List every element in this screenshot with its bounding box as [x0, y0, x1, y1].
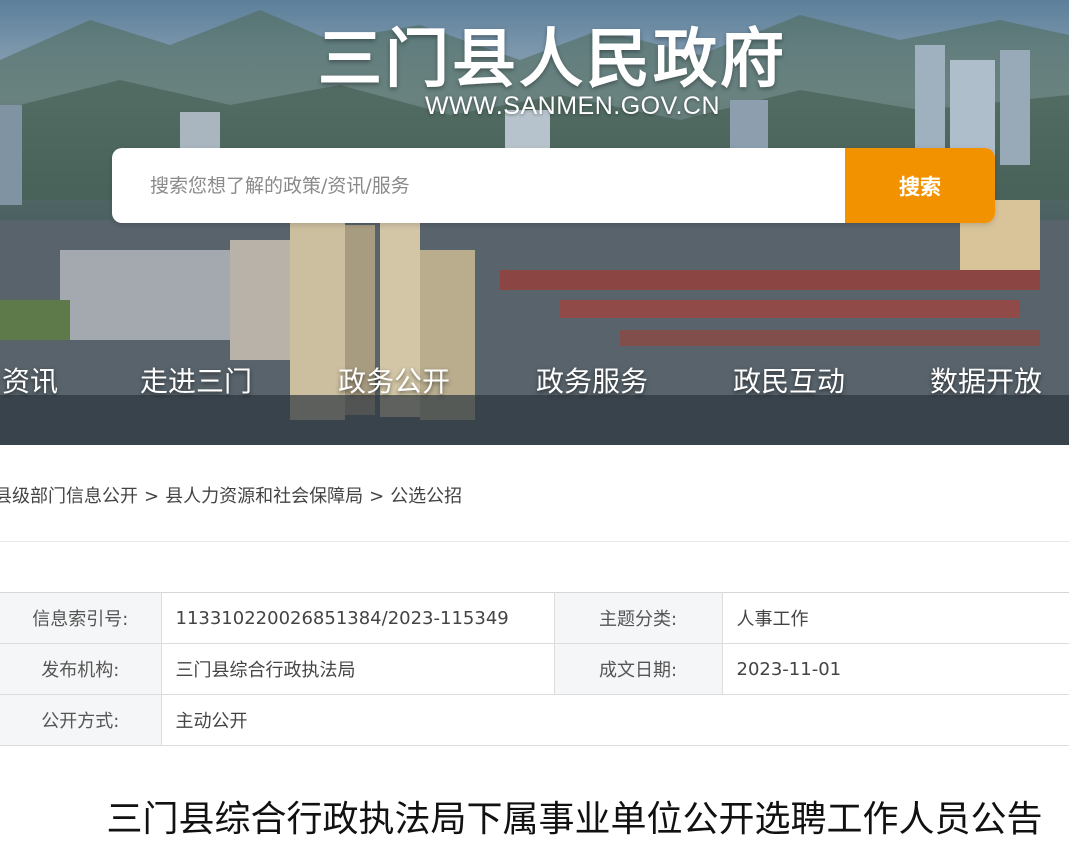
topic-label: 主题分类: [553, 592, 723, 644]
search-input[interactable] [112, 148, 845, 223]
date-label: 成文日期: [553, 643, 723, 695]
breadcrumb-item-recruitment[interactable]: 公选公招 [390, 486, 462, 507]
date-value: 2023-11-01 [721, 643, 1069, 695]
breadcrumb-separator: > [144, 486, 160, 507]
search-button[interactable]: 搜索 [845, 148, 995, 223]
article-title: 三门县综合行政执法局下属事业单位公开选聘工作人员公告 [106, 799, 1043, 840]
breadcrumb-item-hr-bureau[interactable]: 县人力资源和社会保障局 [165, 486, 363, 507]
nav-item-government-affairs[interactable]: 政务公开 [338, 360, 450, 400]
site-title: 三门县人民政府 [318, 23, 787, 97]
section-divider [0, 541, 1069, 542]
index-value: 113310220026851384/2023-115349 [160, 592, 555, 644]
method-label: 公开方式: [0, 694, 162, 746]
publisher-value: 三门县综合行政执法局 [160, 643, 555, 695]
site-url: WWW.SANMEN.GOV.CN [424, 92, 721, 120]
nav-item-open-data[interactable]: 数据开放 [930, 360, 1042, 400]
nav-item-news[interactable]: 资讯 [2, 360, 58, 400]
nav-item-about-sanmen[interactable]: 走进三门 [140, 360, 252, 400]
method-value: 主动公开 [160, 694, 1069, 746]
publisher-label: 发布机构: [0, 643, 162, 695]
table-row: 发布机构: 三门县综合行政执法局 成文日期: 2023-11-01 [0, 643, 1069, 695]
index-label: 信息索引号: [0, 592, 162, 644]
table-row: 公开方式: 主动公开 [0, 694, 1069, 746]
breadcrumb-separator: > [369, 486, 385, 507]
info-metadata-table: 信息索引号: 113310220026851384/2023-115349 主题… [0, 592, 1069, 746]
main-nav: 资讯 走进三门 政务公开 政务服务 政民互动 数据开放 [0, 360, 1069, 412]
topic-value: 人事工作 [721, 592, 1069, 644]
breadcrumb-item-county-departments[interactable]: 县级部门信息公开 [0, 486, 138, 507]
nav-item-interaction[interactable]: 政民互动 [733, 360, 845, 400]
header-banner: 三门县人民政府 WWW.SANMEN.GOV.CN 搜索 资讯 走进三门 政务公… [0, 0, 1069, 445]
nav-item-government-services[interactable]: 政务服务 [536, 360, 648, 400]
breadcrumb: 县级部门信息公开 > 县人力资源和社会保障局 > 公选公招 [0, 482, 462, 508]
table-row: 信息索引号: 113310220026851384/2023-115349 主题… [0, 592, 1069, 644]
search-bar: 搜索 [112, 148, 995, 223]
